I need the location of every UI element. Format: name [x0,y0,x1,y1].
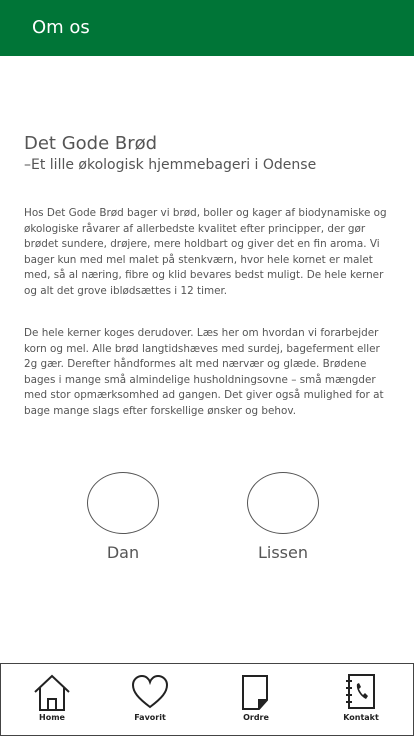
nav-label: Home [39,713,65,722]
bottom-navigation: Home Favorit Ordre Kontakt [0,663,414,736]
nav-label: Favorit [134,713,166,722]
order-note-icon [221,672,291,712]
person-name: Lissen [257,543,308,562]
bakery-subheading: –Et lille økologisk hjemmebageri i Odens… [24,157,317,173]
top-app-bar: Om os [0,0,414,56]
nav-item-home[interactable]: Home [17,672,87,722]
nav-label: Kontakt [343,713,379,722]
heart-icon [115,672,185,712]
nav-item-ordre[interactable]: Ordre [221,672,291,722]
page-title: Om os [32,17,90,38]
home-icon [17,672,87,712]
person-dan: Dan [87,472,159,562]
contact-book-icon [326,672,396,712]
nav-item-kontakt[interactable]: Kontakt [326,672,396,722]
nav-item-favorit[interactable]: Favorit [115,672,185,722]
bakery-heading: Det Gode Brød [24,133,158,154]
avatar [87,472,159,534]
nav-label: Ordre [243,713,269,722]
avatar [247,472,319,534]
about-paragraph-1: Hos Det Gode Brød bager vi brød, boller … [24,207,387,297]
person-name: Dan [106,543,140,562]
person-lissen: Lissen [247,472,319,562]
about-paragraph-2: De hele kerner koges derudover. Læs her … [24,327,384,417]
